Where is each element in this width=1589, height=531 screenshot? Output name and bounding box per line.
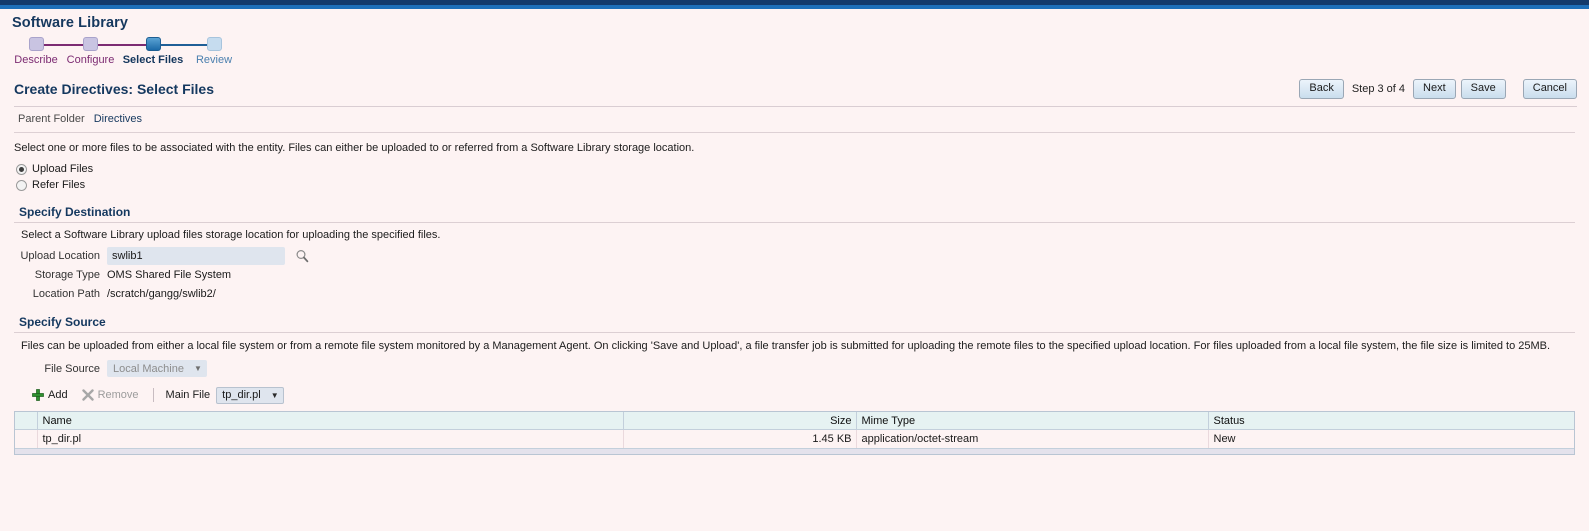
storage-type-label: Storage Type <box>34 269 100 281</box>
train-stop-select-files[interactable]: Select Files <box>122 37 184 66</box>
page-title: Create Directives: Select Files <box>14 81 214 97</box>
specify-source-section: Specify Source Files can be uploaded fro… <box>0 315 1589 455</box>
step-indicator-text: Step 3 of 4 <box>1351 83 1406 95</box>
file-source-select-value: Local Machine <box>113 362 184 375</box>
file-source-select[interactable]: Local Machine ▼ <box>107 360 207 377</box>
app-title: Software Library <box>12 15 129 31</box>
remove-button-label: Remove <box>97 389 139 401</box>
radio-option-upload-files[interactable]: Upload Files <box>16 161 1589 177</box>
radio-label-refer-files: Refer Files <box>32 179 86 191</box>
train-stop-label: Configure <box>66 54 115 66</box>
storage-type-row: Storage Type OMS Shared File System <box>0 266 1589 284</box>
radio-option-refer-files[interactable]: Refer Files <box>16 177 1589 193</box>
next-button[interactable]: Next <box>1413 79 1456 99</box>
save-button[interactable]: Save <box>1460 79 1506 99</box>
chevron-down-icon: ▼ <box>270 390 279 400</box>
page-header-row: Create Directives: Select Files Back Ste… <box>0 73 1589 99</box>
train-stop-marker <box>83 37 98 51</box>
main-file-select-value: tp_dir.pl <box>222 389 261 401</box>
remove-button[interactable]: Remove <box>81 389 139 401</box>
specify-destination-title: Specify Destination <box>19 205 131 219</box>
location-path-value: /scratch/gangg/swlib2/ <box>107 288 216 300</box>
table-cell-size: 1.45 KB <box>623 429 857 448</box>
specify-source-note: Files can be uploaded from either a loca… <box>21 340 1551 352</box>
file-source-row: File Source Local Machine ▼ <box>0 360 1589 377</box>
remove-x-icon <box>81 389 94 401</box>
table-footer-scrollbar[interactable] <box>15 448 1574 454</box>
wizard-train: Describe Configure Select Files Review <box>0 37 1589 73</box>
files-table-toolbar: Add Remove Main File tp_dir.pl ▼ <box>32 386 1589 404</box>
train-stop-marker <box>145 37 161 51</box>
radio-marker-upload-files[interactable] <box>16 163 27 175</box>
specify-destination-subtitle: Select a Software Library upload files s… <box>21 229 441 241</box>
toolbar-separator <box>152 388 154 402</box>
add-button-label: Add <box>48 389 68 401</box>
parent-folder-value: Directives <box>93 113 143 125</box>
train-stop-label: Review <box>195 54 233 66</box>
specify-destination-section: Specify Destination Select a Software Li… <box>0 205 1589 303</box>
upload-location-label: Upload Location <box>20 250 100 262</box>
add-button[interactable]: Add <box>32 389 68 401</box>
radio-marker-refer-files[interactable] <box>16 179 27 191</box>
radio-label-upload-files: Upload Files <box>32 163 94 175</box>
location-path-label: Location Path <box>32 288 100 300</box>
main-file-label: Main File <box>165 389 211 401</box>
search-icon[interactable] <box>295 249 309 263</box>
plus-icon <box>32 389 44 401</box>
table-row[interactable]: tp_dir.pl 1.45 KB application/octet-stre… <box>15 429 1574 448</box>
location-path-row: Location Path /scratch/gangg/swlib2/ <box>0 285 1589 303</box>
table-header-row: Name Size Mime Type Status <box>15 412 1574 430</box>
wizard-action-buttons: Back Step 3 of 4 Next Save Cancel <box>1299 79 1577 99</box>
train-stop-describe[interactable]: Describe <box>12 37 60 66</box>
specify-source-title: Specify Source <box>19 315 106 329</box>
table-cell-status: New <box>1208 429 1574 448</box>
train-stop-review[interactable]: Review <box>192 37 236 66</box>
destination-fields: Upload Location Storage Type OMS Shared … <box>0 247 1589 303</box>
storage-type-value: OMS Shared File System <box>107 269 232 281</box>
upload-location-row: Upload Location <box>0 247 1589 265</box>
main-file-select[interactable]: tp_dir.pl ▼ <box>216 386 284 404</box>
table-cell-select[interactable] <box>15 429 38 448</box>
back-button[interactable]: Back <box>1299 79 1344 99</box>
table-header-size[interactable]: Size <box>623 412 857 430</box>
file-source-label: File Source <box>44 362 100 375</box>
table-header-mime-type[interactable]: Mime Type <box>856 412 1209 430</box>
files-table: Name Size Mime Type Status tp_dir.pl 1.4… <box>14 411 1575 455</box>
parent-folder-label: Parent Folder <box>18 113 85 125</box>
instruction-text: Select one or more files to be associate… <box>14 142 695 154</box>
table-header-select-column <box>15 412 38 430</box>
train-stop-marker <box>28 37 44 51</box>
train-stop-label: Describe <box>14 54 58 66</box>
table-cell-name: tp_dir.pl <box>37 429 624 448</box>
train-stop-label: Select Files <box>122 54 184 66</box>
file-mode-radio-group: Upload Files Refer Files <box>0 154 1589 193</box>
cancel-button[interactable]: Cancel <box>1522 79 1577 99</box>
table-header-status[interactable]: Status <box>1208 412 1574 430</box>
chevron-down-icon: ▼ <box>193 364 202 373</box>
train-stop-marker <box>206 37 222 51</box>
parent-folder-row: Parent Folder Directives <box>0 107 1589 125</box>
table-header-name[interactable]: Name <box>37 412 624 430</box>
upload-location-input[interactable] <box>107 247 285 265</box>
train-stop-configure[interactable]: Configure <box>66 37 115 66</box>
table-cell-mime-type: application/octet-stream <box>856 429 1209 448</box>
